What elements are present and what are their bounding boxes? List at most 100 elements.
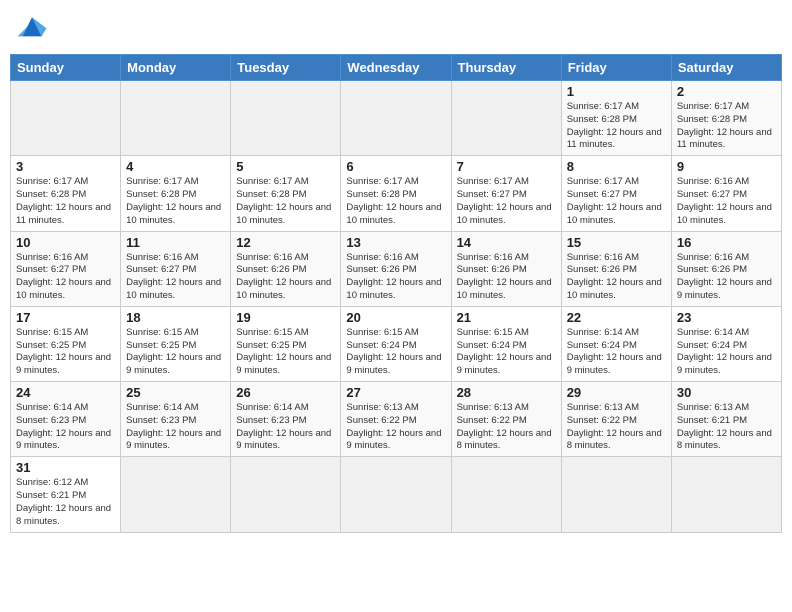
day-number: 10	[16, 235, 115, 250]
day-info: Sunrise: 6:13 AM Sunset: 6:22 PM Dayligh…	[457, 402, 556, 453]
calendar-cell: 27 Sunrise: 6:13 AM Sunset: 6:22 PM Dayli…	[341, 382, 451, 457]
header	[10, 10, 782, 46]
day-info: Sunrise: 6:14 AM Sunset: 6:24 PM Dayligh…	[567, 327, 666, 378]
logo-svg	[16, 14, 48, 42]
day-info: Sunrise: 6:14 AM Sunset: 6:23 PM Dayligh…	[236, 402, 335, 453]
weekday-header-saturday: Saturday	[671, 55, 781, 81]
day-number: 23	[677, 310, 776, 325]
day-number: 27	[346, 385, 445, 400]
calendar-cell	[671, 457, 781, 532]
calendar-week-row: 3 Sunrise: 6:17 AM Sunset: 6:28 PM Daylig…	[11, 156, 782, 231]
calendar-cell	[341, 457, 451, 532]
calendar-cell: 1Sunrise: 6:17 AM Sunset: 6:28 PM Daylig…	[561, 81, 671, 156]
calendar-cell: 10 Sunrise: 6:16 AM Sunset: 6:27 PM Dayli…	[11, 231, 121, 306]
day-number: 30	[677, 385, 776, 400]
calendar-cell	[231, 457, 341, 532]
calendar-cell	[231, 81, 341, 156]
calendar-cell: 6 Sunrise: 6:17 AM Sunset: 6:28 PM Daylig…	[341, 156, 451, 231]
day-number: 21	[457, 310, 556, 325]
day-number: 20	[346, 310, 445, 325]
day-number: 11	[126, 235, 225, 250]
calendar-cell: 16 Sunrise: 6:16 AM Sunset: 6:26 PM Dayli…	[671, 231, 781, 306]
day-info: Sunrise: 6:14 AM Sunset: 6:23 PM Dayligh…	[126, 402, 225, 453]
calendar-week-row: 31Sunrise: 6:12 AM Sunset: 6:21 PM Dayli…	[11, 457, 782, 532]
calendar-cell: 7 Sunrise: 6:17 AM Sunset: 6:27 PM Daylig…	[451, 156, 561, 231]
day-info: Sunrise: 6:17 AM Sunset: 6:28 PM Dayligh…	[567, 101, 666, 152]
day-info: Sunrise: 6:15 AM Sunset: 6:24 PM Dayligh…	[346, 327, 445, 378]
calendar-cell: 20 Sunrise: 6:15 AM Sunset: 6:24 PM Dayli…	[341, 306, 451, 381]
day-info: Sunrise: 6:14 AM Sunset: 6:23 PM Dayligh…	[16, 402, 115, 453]
day-info: Sunrise: 6:16 AM Sunset: 6:26 PM Dayligh…	[677, 252, 776, 303]
weekday-header-thursday: Thursday	[451, 55, 561, 81]
day-number: 15	[567, 235, 666, 250]
calendar-cell: 9Sunrise: 6:16 AM Sunset: 6:27 PM Daylig…	[671, 156, 781, 231]
day-info: Sunrise: 6:17 AM Sunset: 6:28 PM Dayligh…	[126, 176, 225, 227]
calendar-cell: 24 Sunrise: 6:14 AM Sunset: 6:23 PM Dayli…	[11, 382, 121, 457]
day-number: 26	[236, 385, 335, 400]
day-info: Sunrise: 6:14 AM Sunset: 6:24 PM Dayligh…	[677, 327, 776, 378]
calendar-cell: 15 Sunrise: 6:16 AM Sunset: 6:26 PM Dayli…	[561, 231, 671, 306]
day-info: Sunrise: 6:17 AM Sunset: 6:27 PM Dayligh…	[457, 176, 556, 227]
day-info: Sunrise: 6:15 AM Sunset: 6:25 PM Dayligh…	[236, 327, 335, 378]
calendar-cell: 19 Sunrise: 6:15 AM Sunset: 6:25 PM Dayli…	[231, 306, 341, 381]
calendar-cell: 13Sunrise: 6:16 AM Sunset: 6:26 PM Dayli…	[341, 231, 451, 306]
calendar-cell: 25Sunrise: 6:14 AM Sunset: 6:23 PM Dayli…	[121, 382, 231, 457]
day-info: Sunrise: 6:17 AM Sunset: 6:27 PM Dayligh…	[567, 176, 666, 227]
day-info: Sunrise: 6:13 AM Sunset: 6:21 PM Dayligh…	[677, 402, 776, 453]
day-number: 7	[457, 159, 556, 174]
calendar-cell	[451, 81, 561, 156]
calendar-cell: 22 Sunrise: 6:14 AM Sunset: 6:24 PM Dayli…	[561, 306, 671, 381]
calendar-cell	[451, 457, 561, 532]
calendar-cell: 18Sunrise: 6:15 AM Sunset: 6:25 PM Dayli…	[121, 306, 231, 381]
day-number: 6	[346, 159, 445, 174]
day-number: 4	[126, 159, 225, 174]
weekday-header-friday: Friday	[561, 55, 671, 81]
calendar-cell	[121, 81, 231, 156]
day-info: Sunrise: 6:13 AM Sunset: 6:22 PM Dayligh…	[567, 402, 666, 453]
calendar-cell: 3Sunrise: 6:17 AM Sunset: 6:28 PM Daylig…	[11, 156, 121, 231]
day-info: Sunrise: 6:16 AM Sunset: 6:27 PM Dayligh…	[126, 252, 225, 303]
calendar-week-row: 10 Sunrise: 6:16 AM Sunset: 6:27 PM Dayli…	[11, 231, 782, 306]
day-info: Sunrise: 6:15 AM Sunset: 6:25 PM Dayligh…	[126, 327, 225, 378]
calendar-cell: 30 Sunrise: 6:13 AM Sunset: 6:21 PM Dayli…	[671, 382, 781, 457]
calendar-table: SundayMondayTuesdayWednesdayThursdayFrid…	[10, 54, 782, 533]
weekday-header-tuesday: Tuesday	[231, 55, 341, 81]
day-number: 3	[16, 159, 115, 174]
calendar-cell	[11, 81, 121, 156]
calendar-cell: 8 Sunrise: 6:17 AM Sunset: 6:27 PM Daylig…	[561, 156, 671, 231]
calendar-cell: 5Sunrise: 6:17 AM Sunset: 6:28 PM Daylig…	[231, 156, 341, 231]
calendar-week-row: 1Sunrise: 6:17 AM Sunset: 6:28 PM Daylig…	[11, 81, 782, 156]
day-number: 8	[567, 159, 666, 174]
day-number: 28	[457, 385, 556, 400]
calendar-cell: 21Sunrise: 6:15 AM Sunset: 6:24 PM Dayli…	[451, 306, 561, 381]
day-info: Sunrise: 6:16 AM Sunset: 6:26 PM Dayligh…	[567, 252, 666, 303]
day-info: Sunrise: 6:17 AM Sunset: 6:28 PM Dayligh…	[677, 101, 776, 152]
day-info: Sunrise: 6:15 AM Sunset: 6:25 PM Dayligh…	[16, 327, 115, 378]
day-number: 22	[567, 310, 666, 325]
calendar-cell	[561, 457, 671, 532]
day-info: Sunrise: 6:13 AM Sunset: 6:22 PM Dayligh…	[346, 402, 445, 453]
day-number: 2	[677, 84, 776, 99]
day-number: 9	[677, 159, 776, 174]
day-info: Sunrise: 6:17 AM Sunset: 6:28 PM Dayligh…	[346, 176, 445, 227]
weekday-header-row: SundayMondayTuesdayWednesdayThursdayFrid…	[11, 55, 782, 81]
day-info: Sunrise: 6:16 AM Sunset: 6:27 PM Dayligh…	[16, 252, 115, 303]
calendar-cell: 2 Sunrise: 6:17 AM Sunset: 6:28 PM Daylig…	[671, 81, 781, 156]
calendar-cell	[341, 81, 451, 156]
calendar-cell: 23 Sunrise: 6:14 AM Sunset: 6:24 PM Dayli…	[671, 306, 781, 381]
day-number: 16	[677, 235, 776, 250]
weekday-header-monday: Monday	[121, 55, 231, 81]
day-number: 5	[236, 159, 335, 174]
calendar-cell: 31Sunrise: 6:12 AM Sunset: 6:21 PM Dayli…	[11, 457, 121, 532]
day-number: 31	[16, 460, 115, 475]
calendar-cell: 11 Sunrise: 6:16 AM Sunset: 6:27 PM Dayli…	[121, 231, 231, 306]
weekday-header-sunday: Sunday	[11, 55, 121, 81]
calendar-cell: 4 Sunrise: 6:17 AM Sunset: 6:28 PM Daylig…	[121, 156, 231, 231]
day-number: 14	[457, 235, 556, 250]
day-number: 12	[236, 235, 335, 250]
day-number: 24	[16, 385, 115, 400]
day-number: 19	[236, 310, 335, 325]
day-info: Sunrise: 6:16 AM Sunset: 6:26 PM Dayligh…	[236, 252, 335, 303]
calendar-cell: 17Sunrise: 6:15 AM Sunset: 6:25 PM Dayli…	[11, 306, 121, 381]
calendar-week-row: 24 Sunrise: 6:14 AM Sunset: 6:23 PM Dayli…	[11, 382, 782, 457]
